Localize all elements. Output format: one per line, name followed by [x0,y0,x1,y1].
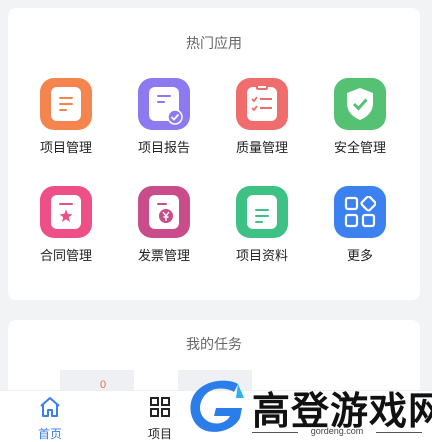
report-check-icon [138,78,190,130]
app-project-materials[interactable]: 项目资料 [217,186,307,264]
contract-star-icon [40,186,92,238]
app-contract-management[interactable]: 合同管理 [21,186,111,264]
hot-apps-card: 热门应用 项目管理 项目报告 质量管理 安全管理 合同管理 发票管理 项目资料 … [8,8,420,300]
app-project-management[interactable]: 项目管理 [21,78,111,156]
app-label: 项目报告 [137,140,190,155]
app-label: 合同管理 [39,248,92,263]
tab-home-label: 首页 [37,427,62,441]
app-safety-management[interactable]: 安全管理 [315,78,405,156]
tab-project-label: 项目 [147,427,172,441]
grid-apps-icon [334,186,386,238]
app-label: 发票管理 [137,248,190,263]
shield-check-icon [334,78,386,130]
watermark-url: gordeng.com [252,426,422,436]
tab-project[interactable]: 项目 [130,395,190,442]
invoice-yen-icon [138,186,190,238]
app-label: 项目资料 [235,248,288,263]
hot-apps-title: 热门应用 [186,35,242,51]
app-invoice-management[interactable]: 发票管理 [119,186,209,264]
app-more[interactable]: 更多 [315,186,405,264]
app-label: 更多 [346,248,373,263]
my-tasks-title: 我的任务 [186,336,242,352]
checklist-icon [236,78,288,130]
app-label: 项目管理 [39,140,92,155]
app-project-report[interactable]: 项目报告 [119,78,209,156]
site-watermark: 高登游戏网 gordeng.com [186,372,432,442]
home-icon [20,395,80,419]
app-quality-management[interactable]: 质量管理 [217,78,307,156]
app-label: 安全管理 [333,140,386,155]
app-label: 质量管理 [235,140,288,155]
document-icon [40,78,92,130]
grid-icon [130,395,190,419]
tab-home[interactable]: 首页 [20,395,80,442]
watermark-logo-icon [190,380,244,432]
file-icon [236,186,288,238]
